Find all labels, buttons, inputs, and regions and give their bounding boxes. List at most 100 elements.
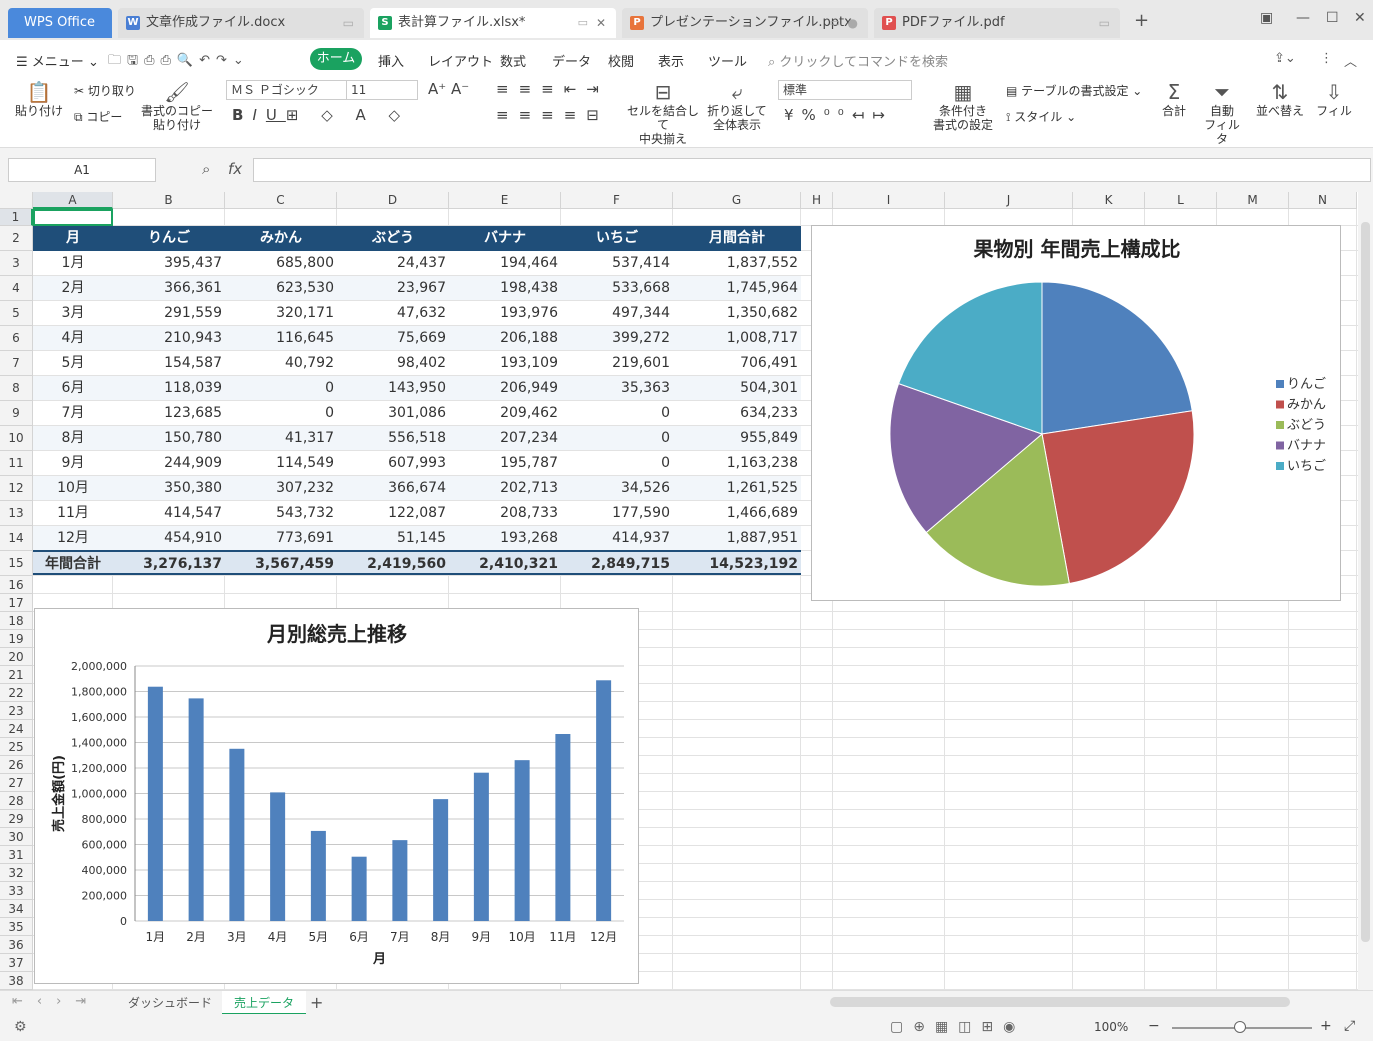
- table-cell[interactable]: 12月: [33, 526, 113, 551]
- fullscreen-icon[interactable]: ⤢: [1344, 1018, 1355, 1034]
- table-cell[interactable]: 366,361: [113, 276, 225, 301]
- table-cell[interactable]: 118,039: [113, 376, 225, 401]
- table-cell[interactable]: 3月: [33, 301, 113, 326]
- more-icon[interactable]: ⋮: [1320, 51, 1333, 66]
- row-header[interactable]: 2: [0, 226, 33, 251]
- tab-tools[interactable]: ツール: [708, 51, 747, 70]
- tab-insert[interactable]: 挿入: [378, 51, 404, 70]
- sheet-nav-icons[interactable]: ⇤‹›⇥: [12, 994, 100, 1009]
- formula-input[interactable]: [253, 158, 1371, 182]
- table-cell[interactable]: 6月: [33, 376, 113, 401]
- row-header[interactable]: 34: [0, 900, 33, 918]
- table-cell[interactable]: 1,745,964: [673, 276, 801, 301]
- table-cell[interactable]: 194,464: [449, 251, 561, 276]
- table-cell[interactable]: 207,234: [449, 426, 561, 451]
- pie-chart[interactable]: 果物別 年間売上構成比 りんご みかん ぶどう バナナ いちご: [811, 225, 1341, 601]
- table-cell[interactable]: 8月: [33, 426, 113, 451]
- table-header-cell[interactable]: 月: [33, 226, 113, 251]
- table-cell[interactable]: 51,145: [337, 526, 449, 551]
- table-cell[interactable]: 206,188: [449, 326, 561, 351]
- table-cell[interactable]: 202,713: [449, 476, 561, 501]
- table-cell[interactable]: 41,317: [225, 426, 337, 451]
- table-format-button[interactable]: ▤ テーブルの書式設定 ⌄: [1006, 82, 1142, 99]
- add-sheet-button[interactable]: +: [310, 993, 323, 1012]
- column-header[interactable]: A: [33, 192, 113, 209]
- table-cell[interactable]: 1,163,238: [673, 451, 801, 476]
- row-header[interactable]: 5: [0, 301, 33, 326]
- table-cell[interactable]: 24,437: [337, 251, 449, 276]
- table-cell[interactable]: 497,344: [561, 301, 673, 326]
- table-cell[interactable]: 5月: [33, 351, 113, 376]
- table-header-cell[interactable]: いちご: [561, 226, 673, 251]
- row-header[interactable]: 13: [0, 501, 33, 526]
- table-cell[interactable]: 366,674: [337, 476, 449, 501]
- merge-center-button[interactable]: ⊟ セルを結合して 中央揃え: [624, 80, 702, 146]
- tab-pptx[interactable]: P プレゼンテーションファイル.pptx ▭ ●: [622, 8, 868, 38]
- selected-cell-a1[interactable]: [33, 209, 113, 226]
- table-cell[interactable]: 195,787: [449, 451, 561, 476]
- fill-button[interactable]: ⇩ フィル: [1312, 80, 1356, 118]
- horizontal-align-icons[interactable]: ≡≡≡≡⊟: [496, 106, 609, 124]
- table-cell[interactable]: 47,632: [337, 301, 449, 326]
- spreadsheet-grid[interactable]: A B C D E F G H I J K L M N 1 2 3 4 5 6 7 8 9 10 11 12 13 14 15 16 17 1…: [0, 192, 1358, 990]
- table-cell[interactable]: 623,530: [225, 276, 337, 301]
- row-header[interactable]: 27: [0, 774, 33, 792]
- row-header[interactable]: 7: [0, 351, 33, 376]
- font-grow-icon[interactable]: A⁺ A⁻: [428, 80, 469, 98]
- number-format-icons[interactable]: ¥%⁰⁰↤↦: [784, 106, 893, 124]
- table-header-cell[interactable]: 月間合計: [673, 226, 801, 251]
- row-header[interactable]: 23: [0, 702, 33, 720]
- table-cell[interactable]: 198,438: [449, 276, 561, 301]
- table-cell[interactable]: 0: [225, 376, 337, 401]
- fx-icon[interactable]: fx: [228, 160, 242, 178]
- zoom-formula-icon[interactable]: ⌕: [202, 160, 210, 178]
- name-box[interactable]: A1: [8, 158, 156, 182]
- row-header[interactable]: 6: [0, 326, 33, 351]
- column-header[interactable]: K: [1073, 192, 1145, 209]
- command-search[interactable]: ⌕ クリックしてコマンドを検索: [768, 51, 948, 70]
- table-cell[interactable]: 0: [561, 401, 673, 426]
- column-header[interactable]: C: [225, 192, 337, 209]
- tab-docx[interactable]: W 文章作成ファイル.docx ▭: [118, 8, 364, 38]
- row-header[interactable]: 1: [0, 209, 33, 226]
- style-button[interactable]: ⟟ スタイル ⌄: [1006, 108, 1076, 125]
- table-cell[interactable]: 219,601: [561, 351, 673, 376]
- zoom-level[interactable]: 100%: [1094, 1020, 1128, 1034]
- vertical-scrollbar[interactable]: [1358, 192, 1373, 990]
- column-header[interactable]: L: [1145, 192, 1217, 209]
- table-cell[interactable]: 11月: [33, 501, 113, 526]
- row-header[interactable]: 19: [0, 630, 33, 648]
- tab-xlsx[interactable]: S 表計算ファイル.xlsx* ▭ ✕: [370, 8, 616, 38]
- row-header[interactable]: 20: [0, 648, 33, 666]
- table-cell[interactable]: 4月: [33, 326, 113, 351]
- row-header[interactable]: 31: [0, 846, 33, 864]
- row-header[interactable]: 18: [0, 612, 33, 630]
- table-cell[interactable]: 2月: [33, 276, 113, 301]
- table-cell[interactable]: 320,171: [225, 301, 337, 326]
- column-header[interactable]: I: [833, 192, 945, 209]
- font-format-icons[interactable]: BIU⊞ ◇ A ◇: [232, 106, 409, 124]
- table-cell[interactable]: 40,792: [225, 351, 337, 376]
- row-header[interactable]: 36: [0, 936, 33, 954]
- table-total-cell[interactable]: 年間合計: [33, 550, 113, 575]
- scroll-thumb[interactable]: [1361, 222, 1370, 942]
- column-header[interactable]: F: [561, 192, 673, 209]
- bar-chart[interactable]: 月別総売上推移 0 200,000 400,000 600,000 800,000 1,00…: [34, 608, 639, 984]
- table-cell[interactable]: 1,887,951: [673, 526, 801, 551]
- share-icon[interactable]: ⇪⌄: [1274, 51, 1296, 66]
- table-cell[interactable]: 116,645: [225, 326, 337, 351]
- column-header[interactable]: N: [1289, 192, 1357, 209]
- new-tab-button[interactable]: +: [1134, 10, 1149, 31]
- column-header[interactable]: H: [801, 192, 833, 209]
- row-header[interactable]: 4: [0, 276, 33, 301]
- zoom-out-icon[interactable]: −: [1148, 1018, 1160, 1034]
- table-cell[interactable]: 533,668: [561, 276, 673, 301]
- zoom-slider-thumb[interactable]: [1234, 1021, 1246, 1033]
- table-cell[interactable]: 208,733: [449, 501, 561, 526]
- table-cell[interactable]: 9月: [33, 451, 113, 476]
- table-cell[interactable]: 206,949: [449, 376, 561, 401]
- tab-formulas[interactable]: 数式: [500, 51, 526, 70]
- number-format-select[interactable]: 標準: [778, 80, 912, 100]
- table-total-cell[interactable]: 3,276,137: [113, 550, 225, 575]
- table-cell[interactable]: 685,800: [225, 251, 337, 276]
